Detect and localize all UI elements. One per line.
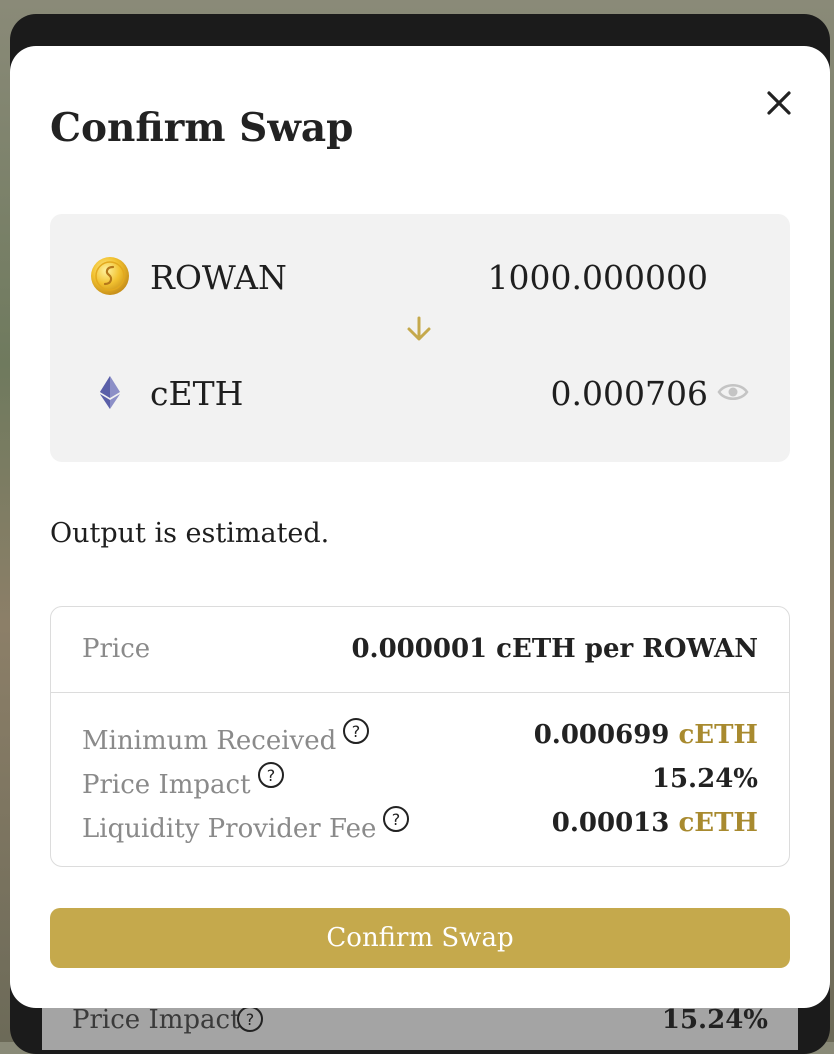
to-token-symbol: cETH: [150, 374, 244, 413]
eye-icon[interactable]: [717, 380, 749, 404]
estimate-note: Output is estimated.: [50, 518, 330, 549]
background-price-impact-value: 15.24%: [661, 1005, 768, 1035]
lp-fee-value: 0.00013 cETH: [552, 805, 758, 841]
minimum-received-unit: cETH: [678, 720, 758, 750]
from-token-amount: 1000.000000: [487, 258, 708, 297]
help-icon[interactable]: ?: [257, 761, 285, 789]
help-icon[interactable]: ?: [382, 805, 410, 833]
minimum-received-row-label: Minimum Received ?: [82, 717, 370, 759]
price-impact-row-label: Price Impact ?: [82, 761, 285, 803]
close-icon[interactable]: [762, 86, 796, 120]
lp-fee-amount: 0.00013: [551, 808, 670, 838]
price-value: 0.000001 cETH per ROWAN: [351, 634, 758, 664]
minimum-received-amount: 0.000699: [533, 720, 670, 750]
minimum-received-label: Minimum Received: [82, 726, 337, 756]
help-icon[interactable]: ?: [342, 717, 370, 745]
from-token-symbol: ROWAN: [150, 258, 287, 297]
to-token-amount: 0.000706: [550, 374, 708, 413]
modal-title: Confirm Swap: [50, 105, 354, 151]
arrow-down-icon: [404, 314, 434, 344]
price-impact-label: Price Impact: [82, 770, 251, 800]
swap-details: Price 0.000001 cETH per ROWAN Minimum Re…: [50, 606, 790, 867]
svg-text:?: ?: [392, 810, 401, 829]
svg-text:?: ?: [246, 1010, 255, 1029]
eth-token-icon: [90, 372, 130, 412]
background-price-impact-label: Price Impact: [72, 1005, 241, 1035]
details-divider: [51, 692, 789, 693]
background-help-icon: ?: [236, 1005, 264, 1037]
lp-fee-unit: cETH: [678, 808, 758, 838]
minimum-received-value: 0.000699 cETH: [534, 717, 758, 753]
lp-fee-row-label: Liquidity Provider Fee ?: [82, 805, 410, 847]
confirm-swap-modal: Confirm Swap ROWAN 1000.000000 cETH 0.00…: [10, 46, 830, 1008]
lp-fee-label: Liquidity Provider Fee: [82, 814, 377, 844]
price-label: Price: [82, 634, 151, 664]
confirm-swap-button[interactable]: Confirm Swap: [50, 908, 790, 968]
rowan-token-icon: [90, 256, 130, 296]
swap-summary: ROWAN 1000.000000 cETH 0.000706: [50, 214, 790, 462]
svg-text:?: ?: [352, 722, 361, 741]
svg-text:?: ?: [266, 766, 275, 785]
price-impact-value: 15.24%: [651, 764, 758, 794]
